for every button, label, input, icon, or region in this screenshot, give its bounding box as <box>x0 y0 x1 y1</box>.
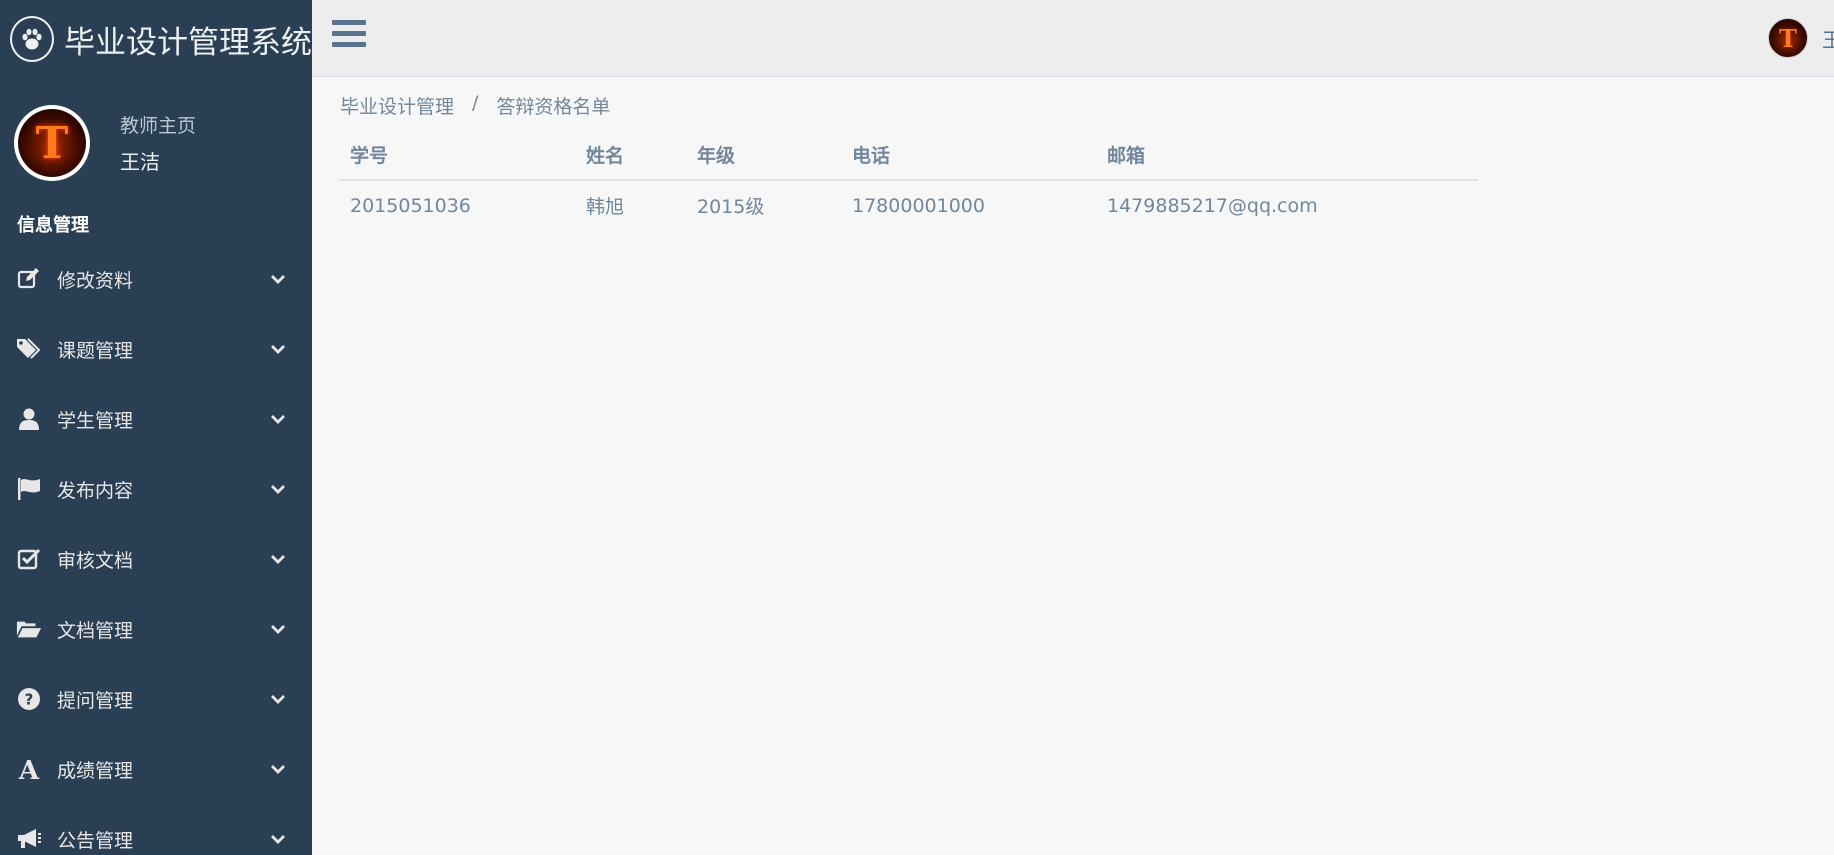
defense-qualification-table: 学号 姓名 年级 电话 邮箱 2015051036 韩旭 2015级 17800… <box>340 130 1478 230</box>
sidebar-item-edit-profile[interactable]: 修改资料 <box>0 244 312 314</box>
chevron-down-icon <box>268 689 288 709</box>
breadcrumb-current: 答辩资格名单 <box>496 96 611 118</box>
chevron-down-icon <box>268 339 288 359</box>
column-header-email: 邮箱 <box>1097 130 1478 181</box>
main-content: 毕业设计管理 / 答辩资格名单 学号 姓名 年级 电话 邮箱 201505103… <box>312 78 1834 855</box>
sidebar-item-topics[interactable]: 课题管理 <box>0 314 312 384</box>
sidebar-item-label: 提问管理 <box>57 689 134 712</box>
table-header-row: 学号 姓名 年级 电话 邮箱 <box>340 130 1478 181</box>
chevron-down-icon <box>268 829 288 849</box>
sidebar-item-label: 成绩管理 <box>57 759 134 782</box>
sidebar-item-review-docs[interactable]: 审核文档 <box>0 524 312 594</box>
sidebar-item-grades[interactable]: A 成绩管理 <box>0 734 312 804</box>
breadcrumb-parent[interactable]: 毕业设计管理 <box>340 92 454 119</box>
avatar: T <box>14 105 90 181</box>
check-square-icon <box>16 546 42 572</box>
column-header-phone: 电话 <box>842 130 1097 181</box>
column-header-name: 姓名 <box>576 130 687 181</box>
chevron-down-icon <box>268 619 288 639</box>
sidebar-section-title: 信息管理 <box>17 215 89 236</box>
sidebar-item-label: 课题管理 <box>57 339 134 362</box>
tags-icon <box>16 336 42 362</box>
app-title: 毕业设计管理系统 <box>64 24 312 61</box>
cell-email: 1479885217@qq.com <box>1107 194 1318 217</box>
font-icon: A <box>16 756 42 782</box>
cell-grade: 2015级 <box>697 196 765 218</box>
chevron-down-icon <box>268 269 288 289</box>
top-navbar: T 王洁 <box>312 0 1834 77</box>
user-profile-dropdown[interactable]: T 王洁 <box>1768 18 1834 58</box>
sidebar-item-announcements[interactable]: 公告管理 <box>0 804 312 855</box>
sidebar-item-label: 文档管理 <box>57 619 134 642</box>
paw-icon <box>10 16 54 62</box>
edit-icon <box>16 266 42 292</box>
column-header-grade: 年级 <box>687 130 842 181</box>
table-row: 2015051036 韩旭 2015级 17800001000 14798852… <box>340 180 1478 230</box>
profile-role: 教师主页 <box>120 115 197 137</box>
chevron-down-icon <box>268 549 288 569</box>
sidebar-item-questions[interactable]: ? 提问管理 <box>0 664 312 734</box>
sidebar-item-label: 学生管理 <box>57 409 134 432</box>
flag-icon <box>16 476 42 502</box>
brand[interactable]: 毕业设计管理系统 <box>0 0 312 78</box>
folder-open-icon <box>16 616 42 642</box>
profile-name: 王洁 <box>120 150 160 174</box>
sidebar-item-label: 修改资料 <box>57 269 134 292</box>
sidebar-item-label: 公告管理 <box>57 829 134 852</box>
sidebar-item-publish[interactable]: 发布内容 <box>0 454 312 524</box>
svg-text:A: A <box>18 756 40 782</box>
breadcrumb-separator: / <box>472 92 479 114</box>
menu-toggle-icon[interactable] <box>332 20 366 52</box>
sidebar: 毕业设计管理系统 T 教师主页 王洁 信息管理 修改资料 课题管理 学生管理 发… <box>0 0 312 855</box>
cell-phone: 17800001000 <box>852 194 985 217</box>
chevron-down-icon <box>268 409 288 429</box>
column-header-student-id: 学号 <box>340 130 576 181</box>
cell-student-id: 2015051036 <box>350 194 471 217</box>
sidebar-item-label: 审核文档 <box>57 549 134 572</box>
sidebar-item-students[interactable]: 学生管理 <box>0 384 312 454</box>
breadcrumb: 毕业设计管理 / 答辩资格名单 <box>340 92 610 119</box>
user-icon <box>16 406 42 432</box>
sidebar-item-label: 发布内容 <box>57 479 134 502</box>
svg-text:?: ? <box>25 691 34 709</box>
question-circle-icon: ? <box>16 686 42 712</box>
cell-name: 韩旭 <box>586 196 625 218</box>
avatar: T <box>1768 18 1808 58</box>
chevron-down-icon <box>268 759 288 779</box>
user-name: 王洁 <box>1822 27 1834 52</box>
sidebar-item-doc-management[interactable]: 文档管理 <box>0 594 312 664</box>
chevron-down-icon <box>268 479 288 499</box>
profile-panel: T 教师主页 王洁 <box>0 78 312 208</box>
bullhorn-icon <box>16 826 42 852</box>
